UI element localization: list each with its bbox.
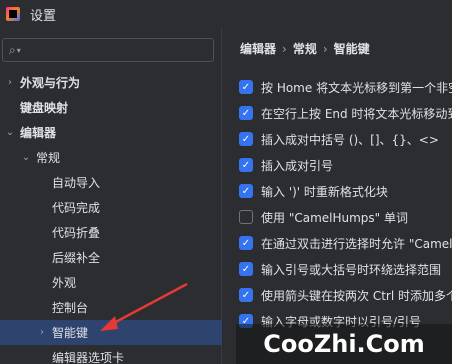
option-label: 使用 "CamelHumps" 单词 [261,210,408,225]
sidebar-item-label: 代码折叠 [52,226,101,240]
sidebar-item-4[interactable]: 自动导入 [0,170,222,195]
sidebar-item-label: 代码完成 [52,201,101,215]
sidebar-item-label: 键盘映射 [20,101,69,115]
checkbox-checked[interactable]: ✓ [239,132,253,146]
sidebar-item-7[interactable]: 后缀补全 [0,245,222,270]
sidebar-item-label: 自动导入 [52,176,101,190]
sidebar-item-label: 编辑器选项卡 [52,351,125,364]
option-row[interactable]: ✓ 输入 ')' 时重新格式化块 [239,178,452,204]
chevron-down-icon[interactable]: ⌄ [20,152,32,163]
sidebar-item-label: 常规 [36,151,61,165]
settings-sidebar: ⌕ ▾ › 外观与行为键盘映射 ⌄ 编辑器 ⌄ 常规自动导入代码完成代码折叠后缀补全外观控… [0,28,222,364]
option-label: 插入成对中括号 ()、[]、{}、<> [261,132,439,147]
chevron-down-icon[interactable]: ▾ [17,46,21,55]
sidebar-item-label: 智能键 [52,326,89,340]
option-row[interactable]: ✓ 插入成对引号 [239,152,452,178]
option-label: 在空行上按 End 时将文本光标移动到 [261,106,452,121]
sidebar-item-label: 外观 [52,276,77,290]
checkbox-checked[interactable]: ✓ [239,262,253,276]
breadcrumb-separator: › [322,42,328,56]
option-label: 插入成对引号 [261,158,334,173]
checkbox-checked[interactable]: ✓ [239,288,253,302]
sidebar-item-1[interactable]: 键盘映射 [0,95,222,120]
sidebar-item-2[interactable]: ⌄ 编辑器 [0,120,222,145]
title-bar: 设置 [0,0,452,28]
search-box[interactable]: ⌕ ▾ [2,38,214,62]
option-row[interactable]: 使用 "CamelHumps" 单词 [239,204,452,230]
option-row[interactable]: ✓ 插入成对中括号 ()、[]、{}、<> [239,126,452,152]
checkbox-checked[interactable]: ✓ [239,236,253,250]
search-icon: ⌕ [9,42,16,57]
settings-tree: › 外观与行为键盘映射 ⌄ 编辑器 ⌄ 常规自动导入代码完成代码折叠后缀补全外观控制台 › 智… [0,70,222,364]
option-label: 在通过双击进行选择时允许 "CamelH [261,236,452,251]
chevron-right-icon[interactable]: › [36,327,48,338]
watermark-text: CooZhi.Com [263,330,425,358]
checkbox-checked[interactable]: ✓ [239,158,253,172]
sidebar-item-11[interactable]: 编辑器选项卡 [0,345,222,364]
sidebar-item-label: 编辑器 [20,126,57,140]
option-row[interactable]: ✓ 输入引号或大括号时环绕选择范围 [239,256,452,282]
chevron-down-icon[interactable]: ⌄ [4,127,16,138]
app-logo-icon [6,7,20,21]
sidebar-item-3[interactable]: ⌄ 常规 [0,145,222,170]
checkbox-checked[interactable]: ✓ [239,184,253,198]
breadcrumb-smart-keys: 智能键 [333,42,370,56]
option-row[interactable]: ✓ 在通过双击进行选择时允许 "CamelH [239,230,452,256]
breadcrumb: 编辑器 › 常规 › 智能键 [240,40,370,57]
breadcrumb-general[interactable]: 常规 [293,42,317,56]
chevron-right-icon[interactable]: › [4,77,16,88]
checkbox-unchecked[interactable] [239,210,253,224]
settings-content: 编辑器 › 常规 › 智能键 ✓ 按 Home 将文本光标移到第一个非空 ✓ 在空行上按 En… [223,28,452,364]
option-label: 输入 ')' 时重新格式化块 [261,184,388,199]
sidebar-item-9[interactable]: 控制台 [0,295,222,320]
window-title: 设置 [30,8,57,24]
sidebar-item-10[interactable]: › 智能键 [0,320,222,345]
option-label: 使用箭头键在按两次 Ctrl 时添加多个 [261,288,452,303]
breadcrumb-editor[interactable]: 编辑器 [240,42,276,56]
sidebar-item-label: 后缀补全 [52,251,101,265]
sidebar-item-5[interactable]: 代码完成 [0,195,222,220]
option-row[interactable]: ✓ 使用箭头键在按两次 Ctrl 时添加多个 [239,282,452,308]
sidebar-item-0[interactable]: › 外观与行为 [0,70,222,95]
watermark: CooZhi.Com [236,324,452,364]
sidebar-item-label: 控制台 [52,301,89,315]
breadcrumb-separator: › [282,42,287,56]
search-input[interactable] [24,43,195,57]
checkbox-checked[interactable]: ✓ [239,80,253,94]
smart-keys-options: ✓ 按 Home 将文本光标移到第一个非空 ✓ 在空行上按 End 时将文本光标移动到… [239,74,452,334]
sidebar-item-6[interactable]: 代码折叠 [0,220,222,245]
option-label: 按 Home 将文本光标移到第一个非空 [261,80,452,95]
checkbox-checked[interactable]: ✓ [239,106,253,120]
sidebar-item-label: 外观与行为 [20,76,81,90]
option-row[interactable]: ✓ 在空行上按 End 时将文本光标移动到 [239,100,452,126]
option-row[interactable]: ✓ 按 Home 将文本光标移到第一个非空 [239,74,452,100]
sidebar-item-8[interactable]: 外观 [0,270,222,295]
option-label: 输入引号或大括号时环绕选择范围 [261,262,442,277]
